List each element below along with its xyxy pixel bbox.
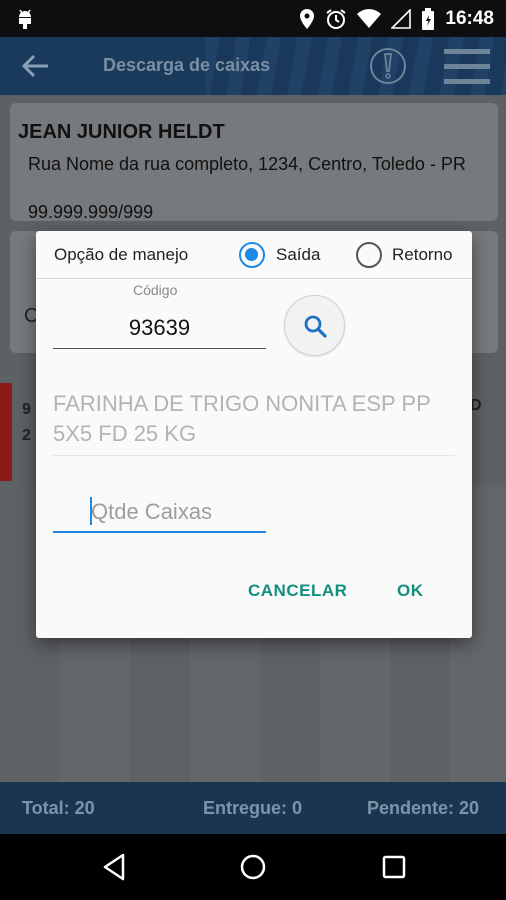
back-arrow-icon[interactable] [20,50,52,82]
location-icon [300,9,315,29]
nav-home-icon[interactable] [237,851,269,883]
status-indicator [0,383,12,481]
android-icon [19,9,31,29]
search-button[interactable] [284,295,345,356]
radio-retorno[interactable] [356,242,382,268]
list-item-peek-left: 9 2 [22,401,31,444]
status-time: 16:48 [445,8,494,29]
page-title: Descarga de caixas [103,55,271,75]
signal-icon [391,9,412,29]
app-bar: Descarga de caixas [0,37,506,95]
total-count: Total: 20 [22,798,95,818]
qty-boxes-input[interactable] [53,493,266,533]
client-name: JEAN JUNIOR HELDT [18,121,225,143]
product-name: FARINHA DE TRIGO NONITA ESP PP 5X5 FD 25… [53,389,455,456]
option-label: Opção de manejo [54,245,189,264]
code-label: Código [133,282,178,298]
wifi-icon [357,9,382,28]
dialog-header: Opção de manejo Saída Retorno [36,231,472,279]
radio-retorno-label[interactable]: Retorno [392,245,452,265]
battery-icon [422,8,435,30]
client-address: Rua Nome da rua completo, 1234, Centro, … [28,154,466,174]
handling-dialog: Opção de manejo Saída Retorno Código 936… [36,231,472,638]
search-icon [304,315,327,338]
text-cursor [90,497,92,525]
pending-count: Pendente: 20 [367,798,480,818]
menu-icon[interactable] [444,47,490,85]
alert-icon[interactable] [368,46,408,86]
totals-bar: Total: 20 Entregue: 0 Pendente: 20 [0,782,506,834]
delivered-count: Entregue: 0 [203,798,303,818]
status-bar: 16:48 [0,0,506,37]
client-document: 99.999.999/999 [28,202,154,222]
alarm-icon [326,9,346,29]
navigation-bar [0,834,506,900]
cancel-button[interactable]: CANCELAR [248,581,347,601]
code-field[interactable]: 93639 [53,311,266,349]
nav-recents-icon[interactable] [378,851,410,883]
nav-back-icon[interactable] [98,851,130,883]
client-card: JEAN JUNIOR HELDT Rua Nome da rua comple… [10,103,498,222]
ok-button[interactable]: OK [397,581,424,601]
radio-saida-label[interactable]: Saída [276,245,320,265]
radio-saida[interactable] [239,242,265,268]
